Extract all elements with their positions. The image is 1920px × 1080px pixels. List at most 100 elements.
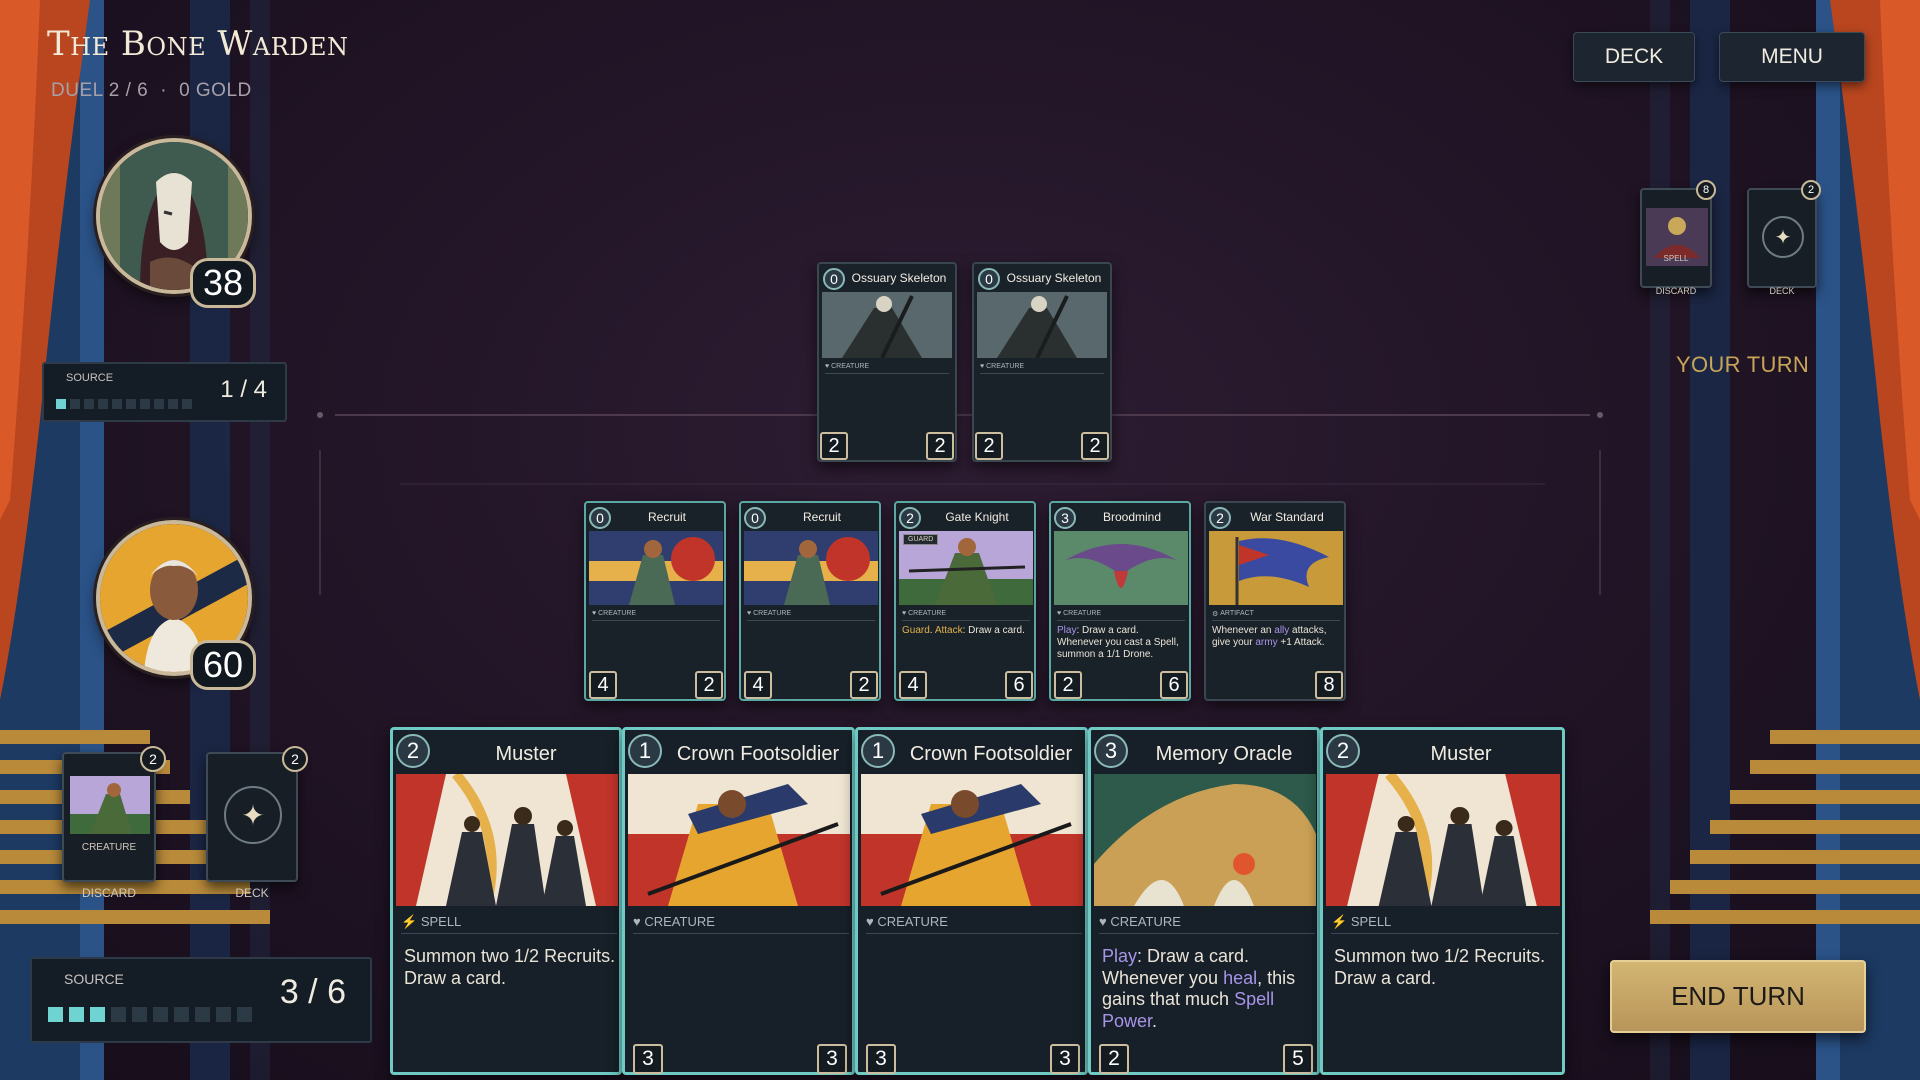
- opponent-name: The Bone Warden: [47, 24, 349, 64]
- card-cost: 3: [1094, 734, 1128, 768]
- opponent-health: 38: [190, 258, 256, 308]
- gold-counter: 0 GOLD: [179, 80, 252, 101]
- opponent-discard-pile[interactable]: SPELL 8: [1640, 180, 1716, 288]
- card-text: Play: Draw a card. Whenever you heal, th…: [1102, 946, 1296, 1031]
- card-art: GUARD: [899, 531, 1033, 605]
- card-attack: 2: [975, 432, 1003, 460]
- board-card-recruit-2[interactable]: 0 Recruit ♥ CREATURE 4 2: [739, 501, 881, 701]
- board-card-war-standard[interactable]: 2 War Standard ⚙ ARTIFACT Whenever an al…: [1204, 501, 1346, 701]
- source-pip: [69, 1007, 84, 1022]
- source-pip: [182, 399, 192, 409]
- card-health: 3: [1050, 1044, 1080, 1074]
- source-pip: [90, 1007, 105, 1022]
- card-cost: 1: [861, 734, 895, 768]
- source-pip: [153, 1007, 168, 1022]
- card-attack: 2: [1099, 1044, 1129, 1074]
- card-name: Muster: [1430, 743, 1492, 765]
- card-art: [1209, 531, 1343, 605]
- compass-star-icon: ✦: [224, 786, 282, 844]
- enemy-card-ossuary-skeleton-1[interactable]: 0 Ossuary Skeleton ♥ CREATURE 2 2: [817, 262, 957, 462]
- board-card-broodmind[interactable]: 3 Broodmind ♥ CREATURE Play: Draw a card…: [1049, 501, 1191, 701]
- source-pip: [154, 399, 164, 409]
- shield-icon: ♥: [633, 914, 645, 929]
- menu-button[interactable]: MENU: [1719, 32, 1865, 82]
- card-cost: 0: [978, 268, 1000, 290]
- opponent-source-pips: [56, 399, 192, 409]
- source-pip: [126, 399, 136, 409]
- card-cost: 2: [1209, 507, 1231, 529]
- recruit-art: [589, 531, 723, 605]
- board-card-gate-knight[interactable]: 2 Gate Knight GUARD ♥ CREATURE Guard. At…: [894, 501, 1036, 701]
- card-name: Broodmind: [1102, 510, 1162, 524]
- player-discard-type: CREATURE: [81, 842, 137, 853]
- lightning-icon: ⚡: [1331, 913, 1351, 929]
- card-health: 5: [1283, 1044, 1313, 1074]
- compass-star-icon: ✦: [1762, 216, 1804, 258]
- card-type: ♥ CREATURE: [747, 607, 875, 621]
- card-cost: 3: [1054, 507, 1076, 529]
- card-art: [861, 774, 1083, 906]
- card-name: Muster: [495, 743, 557, 765]
- card-art: [628, 774, 850, 906]
- card-art: [744, 531, 878, 605]
- opponent-source-label: SOURCE: [66, 372, 114, 384]
- card-attack: 3: [866, 1044, 896, 1074]
- card-text: Guard. Attack: Draw a card.: [902, 625, 1025, 636]
- player-discard-count: 2: [140, 746, 166, 772]
- card-name: Crown Footsoldier: [909, 743, 1073, 765]
- player-deck-count: 2: [282, 746, 308, 772]
- player-discard-pile[interactable]: CREATURE 2: [62, 746, 166, 882]
- card-name: Ossuary Skeleton: [851, 271, 947, 285]
- card-name: Ossuary Skeleton: [1006, 271, 1102, 285]
- player-health: 60: [190, 640, 256, 690]
- card-type: ⚡ SPELL: [1331, 910, 1559, 934]
- broodmind-art: [1054, 531, 1188, 605]
- footsoldier-art: [628, 774, 850, 906]
- muster-art: [396, 774, 618, 906]
- source-pip: [216, 1007, 231, 1022]
- card-attack: 2: [820, 432, 848, 460]
- opponent-discard-label: DISCARD: [1655, 286, 1697, 296]
- hand-card-muster-1[interactable]: 2 Muster ⚡ SPELL Summon two 1/2 Recruits…: [390, 727, 622, 1075]
- card-name: War Standard: [1250, 510, 1324, 524]
- card-attack: 3: [633, 1044, 663, 1074]
- player-deck-pile[interactable]: ✦ 2: [206, 746, 308, 882]
- footsoldier-art: [861, 774, 1083, 906]
- banner-art: [1209, 531, 1343, 605]
- card-cost: 2: [1326, 734, 1360, 768]
- source-pip: [168, 399, 178, 409]
- hand-card-muster-2[interactable]: 2 Muster ⚡ SPELL Summon two 1/2 Recruits…: [1320, 727, 1565, 1075]
- deck-button[interactable]: DECK: [1573, 32, 1695, 82]
- enemy-card-ossuary-skeleton-2[interactable]: 0 Ossuary Skeleton ♥ CREATURE 2 2: [972, 262, 1112, 462]
- hand-card-memory-oracle[interactable]: 3 Memory Oracle ♥ CREATURE Play: Draw a …: [1088, 727, 1320, 1075]
- card-cost: 2: [396, 734, 430, 768]
- opponent-deck-pile[interactable]: ✦ 2: [1747, 180, 1821, 288]
- card-health: 2: [695, 671, 723, 699]
- hand-card-crown-footsoldier-2[interactable]: 1 Crown Footsoldier ♥ CREATURE 3 3: [855, 727, 1088, 1075]
- oracle-art: [1094, 774, 1316, 906]
- source-pip: [195, 1007, 210, 1022]
- card-attack: 4: [744, 671, 772, 699]
- player-source-value: 3 / 6: [279, 973, 346, 1011]
- source-pip: [48, 1007, 63, 1022]
- hand-card-crown-footsoldier-1[interactable]: 1 Crown Footsoldier ♥ CREATURE 3 3: [622, 727, 855, 1075]
- card-type: ⚙ ARTIFACT: [1212, 607, 1340, 621]
- board-card-recruit-1[interactable]: 0 Recruit ♥ CREATURE 4 2: [584, 501, 726, 701]
- card-art: [977, 292, 1107, 358]
- card-name: Recruit: [647, 510, 686, 524]
- guard-tag: GUARD: [903, 534, 939, 545]
- player-source-pips: [48, 1007, 252, 1022]
- shield-icon: ♥: [1099, 914, 1111, 929]
- recruit-art: [744, 531, 878, 605]
- card-health: 6: [1005, 671, 1033, 699]
- card-art: [396, 774, 618, 906]
- card-cost: 0: [823, 268, 845, 290]
- card-durability: 8: [1315, 671, 1343, 699]
- card-art: [589, 531, 723, 605]
- card-type: ♥ CREATURE: [1057, 607, 1185, 621]
- card-text: Summon two 1/2 Recruits. Draw a card.: [404, 946, 616, 988]
- card-type: ♥ CREATURE: [902, 607, 1030, 621]
- opponent-source-panel: SOURCE 1 / 4: [42, 362, 287, 422]
- card-art: [1054, 531, 1188, 605]
- end-turn-button[interactable]: END TURN: [1610, 960, 1866, 1033]
